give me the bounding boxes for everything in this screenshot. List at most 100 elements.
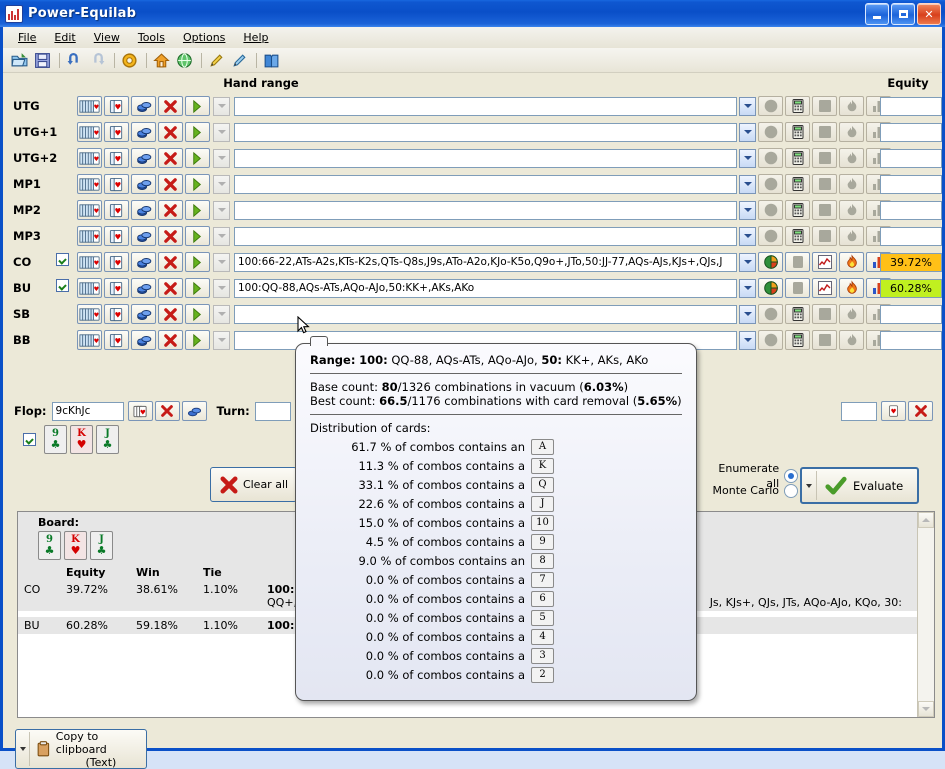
apply-range-button[interactable] <box>185 278 210 298</box>
scroll-up-button[interactable] <box>918 512 934 528</box>
apply-range-button[interactable] <box>185 174 210 194</box>
two-cards-button[interactable]: ♥ <box>104 278 129 298</box>
chips-button[interactable] <box>131 278 156 298</box>
range-input-mp2[interactable] <box>234 200 737 220</box>
range-history-dropdown[interactable] <box>213 226 230 246</box>
range-input-bu[interactable]: 100:QQ-88,AQs-ATs,AQo-AJo,50:KK+,AKs,AKo <box>234 278 737 298</box>
range-dropdown-utg[interactable] <box>739 96 756 116</box>
clear-range-button[interactable] <box>158 304 183 324</box>
range-input-utg[interactable] <box>234 96 737 116</box>
chips-button[interactable] <box>131 304 156 324</box>
board-checkbox[interactable] <box>23 433 36 446</box>
enumerate-all-option[interactable]: Enumerate all <box>703 462 798 490</box>
monte-carlo-radio[interactable] <box>784 483 798 498</box>
two-cards-button[interactable]: ♥ <box>104 122 129 142</box>
card-fan-button[interactable]: ♥ <box>77 252 102 272</box>
two-cards-button[interactable]: ♥ <box>104 226 129 246</box>
two-cards-button[interactable]: ♥ <box>104 148 129 168</box>
clear-all-button[interactable]: Clear all <box>210 467 297 502</box>
equity-pie-button[interactable] <box>758 278 783 298</box>
chips-button[interactable] <box>131 122 156 142</box>
range-history-dropdown[interactable] <box>213 304 230 324</box>
book-icon[interactable] <box>261 50 282 70</box>
range-history-dropdown[interactable] <box>213 122 230 142</box>
clear-range-button[interactable] <box>158 330 183 350</box>
range-dropdown-mp2[interactable] <box>739 200 756 220</box>
evaluate-button[interactable]: Evaluate <box>800 467 919 504</box>
close-button[interactable]: ✕ <box>917 3 941 25</box>
chips-button[interactable] <box>131 252 156 272</box>
menu-file[interactable]: File <box>9 28 45 47</box>
clear-range-button[interactable] <box>158 200 183 220</box>
clear-range-button[interactable] <box>158 174 183 194</box>
river-card-picker-button[interactable]: ♥ <box>881 401 906 421</box>
range-dropdown-mp1[interactable] <box>739 174 756 194</box>
river-clear-button[interactable] <box>908 401 933 421</box>
equity-heat-button[interactable] <box>839 278 864 298</box>
yellow-pencil-icon[interactable] <box>206 50 227 70</box>
enumerate-all-radio[interactable] <box>784 468 798 483</box>
undo-icon[interactable] <box>64 50 85 70</box>
blue-pencil-icon[interactable] <box>229 50 250 70</box>
equity-pie-button[interactable] <box>758 252 783 272</box>
range-dropdown-bb[interactable] <box>739 330 756 350</box>
two-cards-button[interactable]: ♥ <box>104 96 129 116</box>
apply-range-button[interactable] <box>185 122 210 142</box>
flop-input[interactable]: 9cKhJc <box>51 401 124 421</box>
card-fan-button[interactable]: ♥ <box>77 330 102 350</box>
range-input-utg+1[interactable] <box>234 122 737 142</box>
range-dropdown-mp3[interactable] <box>739 226 756 246</box>
range-history-dropdown[interactable] <box>213 174 230 194</box>
range-input-mp3[interactable] <box>234 226 737 246</box>
two-cards-button[interactable]: ♥ <box>104 252 129 272</box>
apply-range-button[interactable] <box>185 226 210 246</box>
clear-range-button[interactable] <box>158 278 183 298</box>
results-scrollbar[interactable] <box>917 512 934 717</box>
menu-edit[interactable]: Edit <box>45 28 84 47</box>
card-fan-button[interactable]: ♥ <box>77 278 102 298</box>
menu-options[interactable]: Options <box>174 28 234 47</box>
range-input-utg+2[interactable] <box>234 148 737 168</box>
range-history-dropdown[interactable] <box>213 200 230 220</box>
apply-range-button[interactable] <box>185 148 210 168</box>
apply-range-button[interactable] <box>185 96 210 116</box>
card-fan-button[interactable]: ♥ <box>77 304 102 324</box>
open-folder-icon[interactable] <box>9 50 30 70</box>
copy-dropdown-arrow[interactable] <box>16 732 31 766</box>
flop-chips-button[interactable] <box>181 401 207 421</box>
apply-range-button[interactable] <box>185 252 210 272</box>
range-history-dropdown[interactable] <box>213 330 230 350</box>
gear-icon[interactable] <box>119 50 140 70</box>
range-history-dropdown[interactable] <box>213 278 230 298</box>
globe-icon[interactable] <box>174 50 195 70</box>
two-cards-button[interactable]: ♥ <box>104 174 129 194</box>
save-disk-icon[interactable] <box>32 50 53 70</box>
range-history-dropdown[interactable] <box>213 96 230 116</box>
chips-button[interactable] <box>131 174 156 194</box>
range-input-co[interactable]: 100:66-22,ATs-A2s,KTs-K2s,QTs-Q8s,J9s,AT… <box>234 252 737 272</box>
row-checkbox-co[interactable] <box>56 253 69 266</box>
monte-carlo-option[interactable]: Monte Carlo <box>703 483 798 498</box>
two-cards-button[interactable]: ♥ <box>104 304 129 324</box>
flop-card-picker-button[interactable]: ♥ <box>127 401 153 421</box>
range-input-mp1[interactable] <box>234 174 737 194</box>
menu-view[interactable]: View <box>85 28 129 47</box>
card-fan-button[interactable]: ♥ <box>77 174 102 194</box>
chips-button[interactable] <box>131 148 156 168</box>
menu-tools[interactable]: Tools <box>129 28 174 47</box>
line-chart-button[interactable] <box>812 278 837 298</box>
calculator-button[interactable] <box>785 252 810 272</box>
range-dropdown-utg+1[interactable] <box>739 122 756 142</box>
clear-range-button[interactable] <box>158 122 183 142</box>
copy-to-clipboard-button[interactable]: Copy to clipboard (Text) <box>15 729 147 769</box>
minimize-button[interactable] <box>865 3 889 25</box>
river-input[interactable] <box>841 401 877 421</box>
range-dropdown-bu[interactable] <box>739 278 756 298</box>
evaluate-dropdown-arrow[interactable] <box>802 471 817 500</box>
clear-range-button[interactable] <box>158 252 183 272</box>
apply-range-button[interactable] <box>185 330 210 350</box>
calculator-button[interactable] <box>785 278 810 298</box>
chips-button[interactable] <box>131 226 156 246</box>
range-history-dropdown[interactable] <box>213 148 230 168</box>
chips-button[interactable] <box>131 96 156 116</box>
